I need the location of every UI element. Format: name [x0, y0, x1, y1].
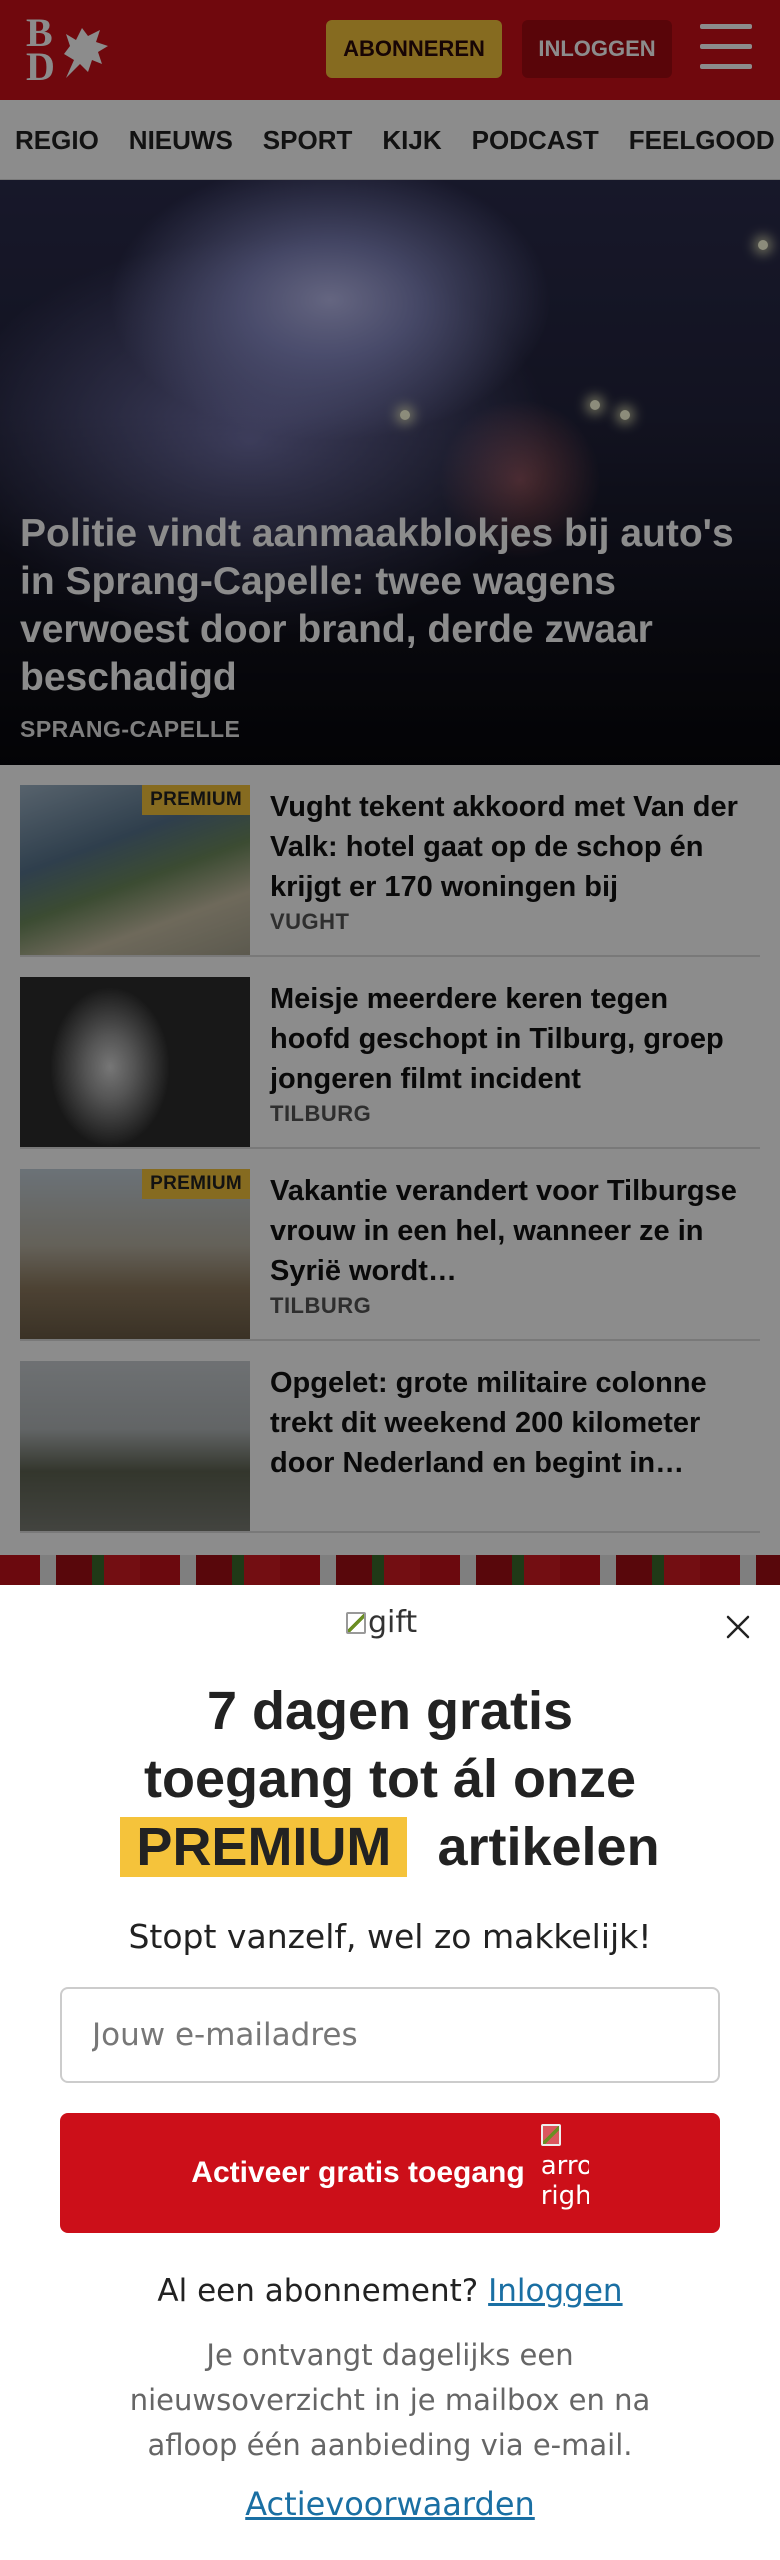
terms-link[interactable]: Actievoorwaarden: [40, 2485, 740, 2523]
existing-subscription-line: Al een abonnement? Inloggen: [40, 2273, 740, 2309]
gift-icon: gift: [346, 1605, 436, 1649]
arrow-right-icon: arrow-right: [540, 2121, 589, 2225]
premium-trial-modal: gift 7 dagen gratis toegang tot ál onze …: [0, 1585, 780, 2560]
gift-alt-text: gift: [368, 1605, 418, 1640]
modal-title-line3: PREMIUM artikelen: [40, 1813, 740, 1881]
arrow-alt-text: arrow-right: [540, 2151, 589, 2211]
modal-title-articles: artikelen: [437, 1817, 660, 1877]
activate-label: Activeer gratis toegang: [191, 2156, 525, 2189]
modal-subtitle: Stopt vanzelf, wel zo makkelijk!: [128, 1917, 652, 1956]
modal-title-line1: 7 dagen gratis: [206, 1681, 574, 1741]
modal-backdrop[interactable]: [0, 0, 780, 1585]
premium-highlight: PREMIUM: [120, 1817, 408, 1877]
modal-title-line2: toegang tot ál onze: [144, 1749, 636, 1809]
newsletter-disclaimer: Je ontvangt dagelijks een nieuwsoverzich…: [129, 2338, 651, 2462]
activate-trial-button[interactable]: Activeer gratis toegang arrow-right: [60, 2113, 720, 2233]
close-icon[interactable]: [718, 1607, 758, 1647]
modal-title: 7 dagen gratis toegang tot ál onze PREMI…: [40, 1677, 740, 1881]
email-input[interactable]: [60, 1987, 720, 2083]
login-link[interactable]: Inloggen: [488, 2273, 622, 2309]
existing-subscription-text: Al een abonnement?: [157, 2273, 479, 2309]
